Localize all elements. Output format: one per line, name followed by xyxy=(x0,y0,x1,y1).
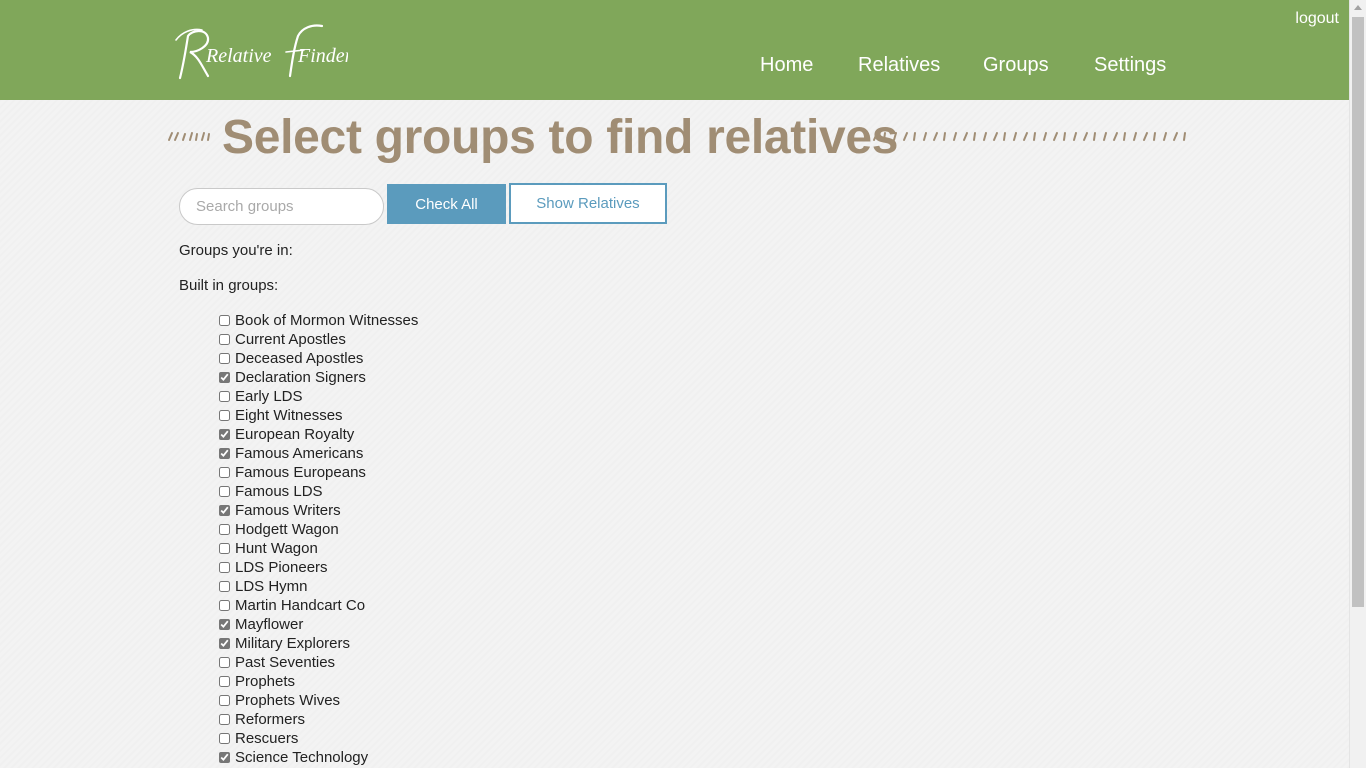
group-checkbox[interactable] xyxy=(219,657,230,668)
group-list-item[interactable]: LDS Pioneers xyxy=(219,558,418,577)
group-checkbox[interactable] xyxy=(219,695,230,706)
group-list-item[interactable]: Eight Witnesses xyxy=(219,406,418,425)
group-label: Rescuers xyxy=(235,730,299,747)
group-list-item[interactable]: Book of Mormon Witnesses xyxy=(219,311,418,330)
search-groups-input[interactable] xyxy=(179,188,384,225)
group-checkbox[interactable] xyxy=(219,467,230,478)
group-list-item[interactable]: Hodgett Wagon xyxy=(219,520,418,539)
group-label: LDS Pioneers xyxy=(235,559,328,576)
logo-graphic: Relative Finder xyxy=(175,24,348,80)
logout-link[interactable]: logout xyxy=(1295,10,1339,28)
logo-word-2: Finder xyxy=(297,45,348,67)
nav-relatives[interactable]: Relatives xyxy=(858,54,940,77)
group-checkbox[interactable] xyxy=(219,315,230,326)
group-list-item[interactable]: Declaration Signers xyxy=(219,368,418,387)
group-label: Famous Americans xyxy=(235,445,364,462)
group-checkbox[interactable] xyxy=(219,619,230,630)
built-in-groups-label: Built in groups: xyxy=(179,277,279,294)
groups-youre-in-label: Groups you're in: xyxy=(179,242,293,259)
group-checkbox[interactable] xyxy=(219,334,230,345)
group-label: Book of Mormon Witnesses xyxy=(235,312,419,329)
group-checkbox[interactable] xyxy=(219,353,230,364)
group-list-item[interactable]: Military Explorers xyxy=(219,634,418,653)
group-label: Declaration Signers xyxy=(235,369,366,386)
group-label: Deceased Apostles xyxy=(235,350,364,367)
group-label: Prophets Wives xyxy=(235,692,341,709)
logo-word-1: Relative xyxy=(205,45,272,67)
top-header: Relative Finder logout Home Relatives Gr… xyxy=(0,0,1349,100)
group-checkbox[interactable] xyxy=(219,391,230,402)
built-in-groups-list: Book of Mormon Witnesses Current Apostles… xyxy=(219,311,418,767)
group-label: Famous Writers xyxy=(235,502,341,519)
group-list-item[interactable]: Deceased Apostles xyxy=(219,349,418,368)
group-label: Past Seventies xyxy=(235,654,336,671)
show-relatives-button[interactable]: Show Relatives xyxy=(509,183,667,224)
group-list-item[interactable]: Famous Europeans xyxy=(219,463,418,482)
group-label: Hunt Wagon xyxy=(235,540,318,557)
relative-finder-logo[interactable]: Relative Finder xyxy=(172,22,348,86)
page-title: Select groups to find relatives xyxy=(222,111,899,164)
group-checkbox[interactable] xyxy=(219,600,230,611)
group-checkbox[interactable] xyxy=(219,714,230,725)
scrollbar-thumb[interactable] xyxy=(1352,17,1364,607)
group-label: Science Technology xyxy=(235,749,369,766)
scroll-up-arrow-icon[interactable] xyxy=(1354,5,1362,10)
group-checkbox[interactable] xyxy=(219,372,230,383)
group-checkbox[interactable] xyxy=(219,733,230,744)
group-checkbox[interactable] xyxy=(219,581,230,592)
group-list-item[interactable]: Martin Handcart Co xyxy=(219,596,418,615)
group-list-item[interactable]: Prophets xyxy=(219,672,418,691)
group-checkbox[interactable] xyxy=(219,410,230,421)
group-checkbox[interactable] xyxy=(219,752,230,763)
title-area: Select groups to find relatives xyxy=(166,110,1190,170)
check-all-button[interactable]: Check All xyxy=(387,184,506,224)
group-label: Reformers xyxy=(235,711,306,728)
title-right-decoration-icon xyxy=(873,132,1186,141)
page-scrollbar[interactable] xyxy=(1349,0,1366,768)
group-label: Eight Witnesses xyxy=(235,407,343,424)
group-list-item[interactable]: Famous Writers xyxy=(219,501,418,520)
nav-groups[interactable]: Groups xyxy=(983,54,1049,77)
group-label: European Royalty xyxy=(235,426,355,443)
group-checkbox[interactable] xyxy=(219,429,230,440)
group-checkbox[interactable] xyxy=(219,562,230,573)
group-list-item[interactable]: Early LDS xyxy=(219,387,418,406)
group-list-item[interactable]: Science Technology xyxy=(219,748,418,767)
group-label: LDS Hymn xyxy=(235,578,308,595)
group-list-item[interactable]: Mayflower xyxy=(219,615,418,634)
nav-home[interactable]: Home xyxy=(760,54,813,77)
group-label: Famous Europeans xyxy=(235,464,366,481)
group-list-item[interactable]: Prophets Wives xyxy=(219,691,418,710)
group-label: Mayflower xyxy=(235,616,304,633)
group-label: Famous LDS xyxy=(235,483,323,500)
group-checkbox[interactable] xyxy=(219,543,230,554)
group-label: Military Explorers xyxy=(235,635,351,652)
group-checkbox[interactable] xyxy=(219,638,230,649)
group-checkbox[interactable] xyxy=(219,676,230,687)
group-list-item[interactable]: LDS Hymn xyxy=(219,577,418,596)
group-label: Early LDS xyxy=(235,388,303,405)
group-checkbox[interactable] xyxy=(219,486,230,497)
group-list-item[interactable]: Hunt Wagon xyxy=(219,539,418,558)
group-list-item[interactable]: Past Seventies xyxy=(219,653,418,672)
nav-settings[interactable]: Settings xyxy=(1094,54,1166,77)
group-list-item[interactable]: Famous LDS xyxy=(219,482,418,501)
group-list-item[interactable]: Famous Americans xyxy=(219,444,418,463)
group-label: Prophets xyxy=(235,673,296,690)
group-label: Current Apostles xyxy=(235,331,346,348)
group-checkbox[interactable] xyxy=(219,524,230,535)
group-label: Martin Handcart Co xyxy=(235,597,366,614)
group-label: Hodgett Wagon xyxy=(235,521,339,538)
group-list-item[interactable]: Current Apostles xyxy=(219,330,418,349)
group-list-item[interactable]: Reformers xyxy=(219,710,418,729)
group-checkbox[interactable] xyxy=(219,505,230,516)
group-list-item[interactable]: Rescuers xyxy=(219,729,418,748)
group-checkbox[interactable] xyxy=(219,448,230,459)
title-left-decoration-icon xyxy=(168,132,210,141)
group-list-item[interactable]: European Royalty xyxy=(219,425,418,444)
